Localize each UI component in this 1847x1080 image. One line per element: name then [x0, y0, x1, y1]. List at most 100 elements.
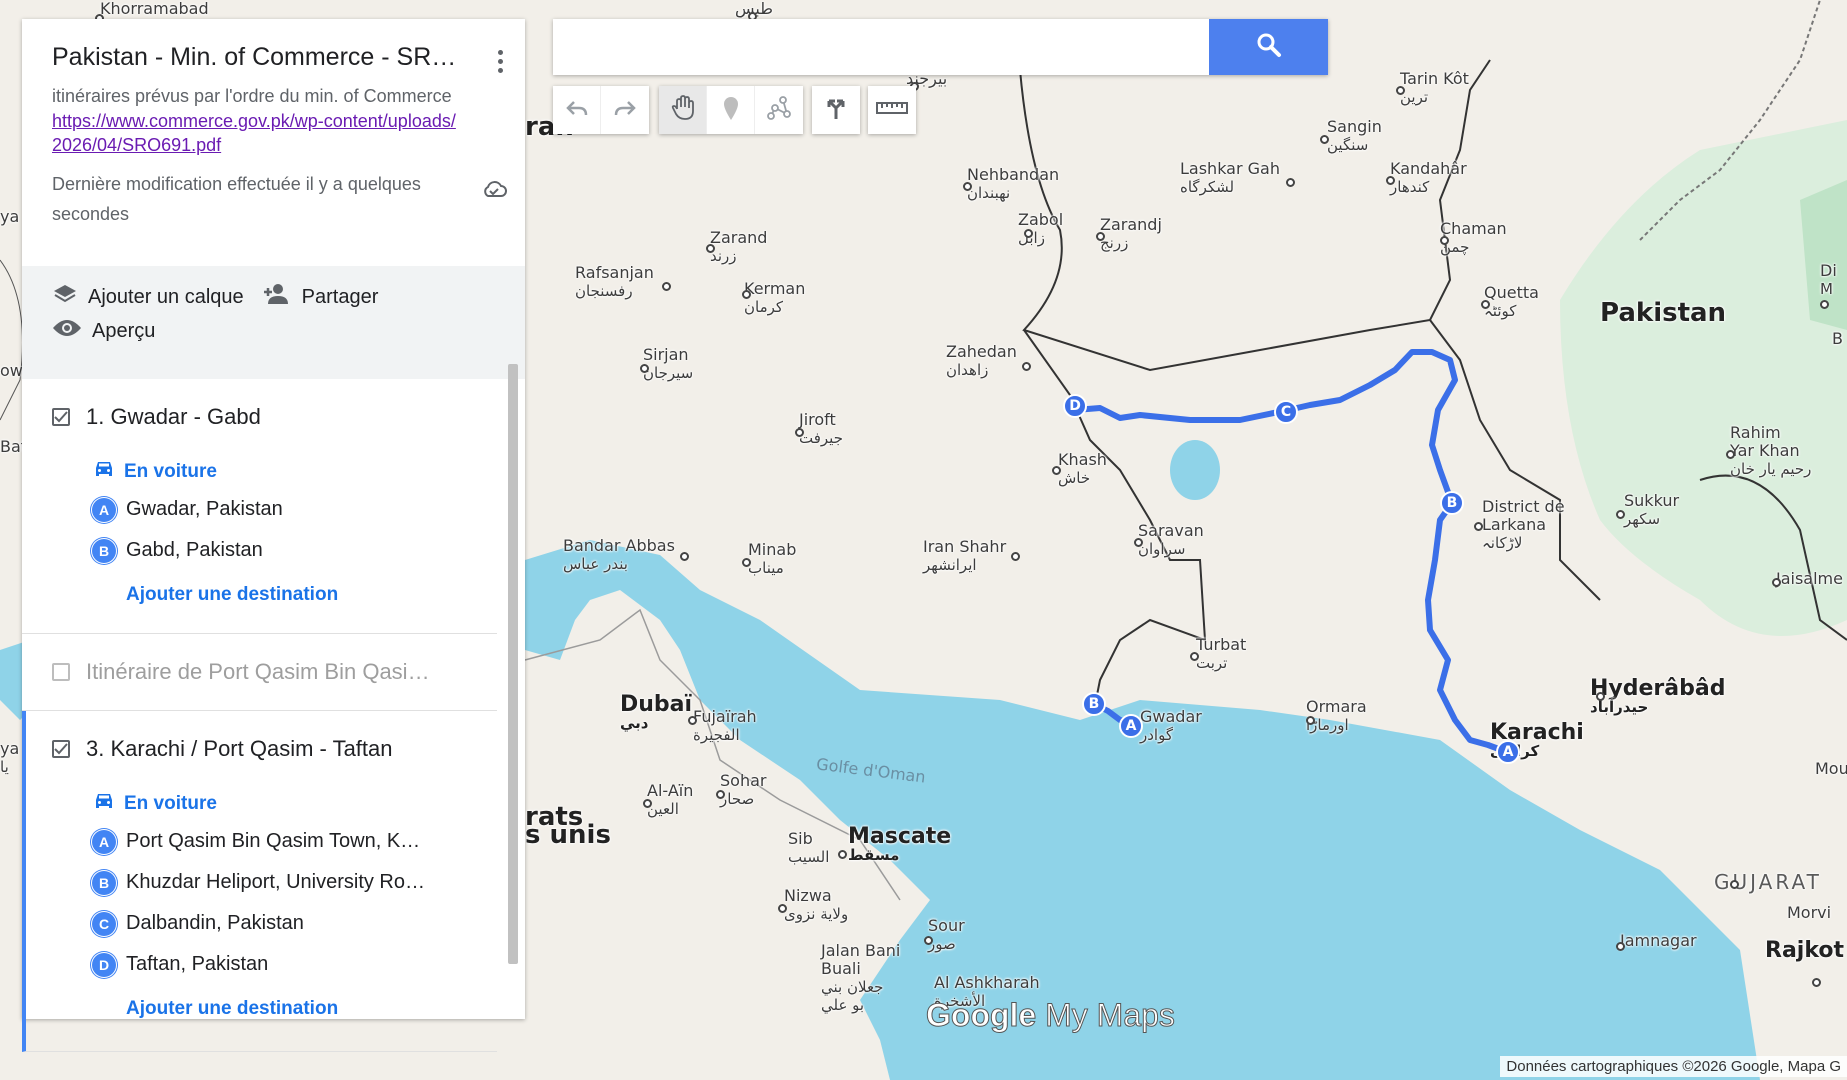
add-layer-button[interactable]: Ajouter un calque: [52, 283, 244, 311]
route-marker-gwadar-a[interactable]: A: [1119, 714, 1143, 738]
layer-3-mode[interactable]: En voiture: [26, 787, 497, 821]
route-marker-c[interactable]: C: [1274, 400, 1298, 424]
place-label-kerman[interactable]: Kerman کرمان: [744, 280, 805, 317]
place-label-ow[interactable]: ow: [0, 362, 23, 380]
layer-1-add-destination[interactable]: Ajouter une destination: [22, 571, 497, 619]
place-name-local: خاش: [1058, 469, 1091, 487]
route-marker-b[interactable]: B: [1440, 491, 1464, 515]
add-person-icon: [262, 283, 302, 311]
place-label-mascate[interactable]: Mascate مسقط: [848, 826, 951, 865]
preview-button[interactable]: Aperçu: [52, 318, 155, 344]
place-label-chaman[interactable]: Chaman چمن: [1440, 220, 1507, 257]
route-marker-a[interactable]: A: [1496, 740, 1520, 764]
place-label-sour[interactable]: Sour صور: [928, 917, 965, 954]
layer-3-stop-b[interactable]: B Khuzdar Heliport, University Road: [26, 862, 497, 903]
redo-button[interactable]: [601, 86, 649, 134]
place-label-jaisalmer[interactable]: Jaisalme: [1776, 570, 1843, 588]
place-label-sib[interactable]: Sib السيب: [788, 830, 829, 867]
place-label-fujairah[interactable]: Fujaïrah الفجيرة: [693, 708, 757, 745]
place-label-b_edge[interactable]: B: [1832, 330, 1843, 348]
route-marker-d[interactable]: D: [1063, 394, 1087, 418]
place-label-sukkur[interactable]: Sukkur سکھر: [1624, 492, 1679, 529]
place-label-rajkot[interactable]: Rajkot: [1765, 940, 1844, 962]
place-label-zarand[interactable]: Zarand زرند: [710, 229, 767, 266]
place-label-bandarabbas[interactable]: Bandar Abbas بندر عباس: [563, 537, 675, 574]
layer-3-checkbox[interactable]: [52, 740, 70, 758]
place-label-quetta[interactable]: Quetta کوئٹہ: [1484, 283, 1539, 321]
stop-label: Port Qasim Bin Qasim Town, Karachi: [126, 830, 426, 852]
layer-1-checkbox[interactable]: [52, 408, 70, 426]
place-label-minab[interactable]: Minab میناب: [748, 541, 796, 578]
place-name: Rahim Yar Khan: [1730, 423, 1800, 460]
place-label-sangin[interactable]: Sangin سنگين: [1327, 118, 1382, 155]
layer-3-name[interactable]: 3. Karachi / Port Qasim - Taftan: [86, 736, 436, 762]
place-label-sohar[interactable]: Sohar صحار: [720, 772, 766, 809]
place-label-saravan[interactable]: Saravan سراوان: [1138, 522, 1204, 559]
draw-line-button[interactable]: [755, 86, 803, 134]
place-label-nehbandan[interactable]: Nehbandan نهبندان: [967, 166, 1059, 203]
add-marker-button[interactable]: [707, 86, 755, 134]
place-label-larkana[interactable]: District de Larkana لاڑکانہ: [1482, 498, 1565, 553]
map-attribution[interactable]: Données cartographiques ©2026 Google, Ma…: [1500, 1056, 1847, 1077]
layer-1-mode[interactable]: En voiture: [22, 455, 497, 489]
place-name: Jalan Bani Buali: [821, 941, 901, 978]
undo-button[interactable]: [553, 86, 601, 134]
map-options-icon[interactable]: [497, 50, 503, 73]
layer-3-add-destination[interactable]: Ajouter une destination: [26, 985, 497, 1033]
place-label-zarandj[interactable]: Zarandj زرنج: [1100, 216, 1162, 253]
place-label-zahedan[interactable]: Zahedan زاهدان: [946, 343, 1017, 380]
share-button[interactable]: Partager: [262, 283, 378, 311]
place-name-local: كندهار: [1390, 178, 1430, 196]
layer-3-stop-d[interactable]: D Taftan, Pakistan: [26, 944, 497, 985]
layer-1-stop-b[interactable]: B Gabd, Pakistan: [22, 530, 497, 571]
place-label-lashkargah[interactable]: Lashkar Gah لشکرگاه: [1180, 160, 1280, 197]
place-label-ya[interactable]: ya: [0, 208, 19, 226]
city-dot: [1440, 236, 1449, 245]
measure-button[interactable]: [868, 86, 916, 134]
pan-tool-button[interactable]: [659, 86, 707, 134]
place-label-nizwa[interactable]: Nizwa ولاية نزوى: [784, 887, 848, 924]
layer-1-name[interactable]: 1. Gwadar - Gabd: [86, 404, 436, 430]
place-label-uae[interactable]: rats s unis: [525, 804, 611, 848]
place-label-alain[interactable]: Al-Aïn العين: [647, 782, 693, 819]
place-label-kandahar[interactable]: Kandahâr كندهار: [1390, 159, 1467, 197]
map-link[interactable]: https://www.commerce.gov.pk/wp-content/u…: [52, 109, 462, 157]
layer-2-name[interactable]: Itinéraire de Port Qasim Bin Qasim Town: [86, 659, 436, 685]
place-label-rafsanjan[interactable]: Rafsanjan رفسنجان: [575, 264, 654, 301]
layer-3-stop-a[interactable]: A Port Qasim Bin Qasim Town, Karachi: [26, 821, 497, 862]
map-title[interactable]: Pakistan - Min. of Commerce - SRO 691: [52, 43, 467, 72]
layer-1-header[interactable]: 1. Gwadar - Gabd: [22, 379, 497, 455]
place-label-jiroft[interactable]: Jiroft جيرفت: [799, 411, 843, 448]
add-directions-button[interactable]: [812, 86, 860, 134]
place-label-gwadar[interactable]: Gwadar گوادر: [1140, 708, 1202, 745]
place-label-morvi[interactable]: Morvi: [1787, 904, 1831, 922]
place-label-khash[interactable]: Khash خاش: [1058, 451, 1107, 488]
place-name: Ormara: [1306, 697, 1367, 716]
place-label-hyderabad[interactable]: Hyderâbâd حيدرآباد: [1590, 678, 1725, 717]
search-button[interactable]: [1209, 19, 1328, 75]
place-name: Quetta: [1484, 283, 1539, 302]
place-label-ya2[interactable]: ya یا: [0, 740, 19, 777]
place-label-turbat[interactable]: Turbat تربت: [1196, 636, 1246, 673]
place-label-khorramabad[interactable]: Khorramabad: [100, 0, 209, 18]
layer-1-stop-a[interactable]: A Gwadar, Pakistan: [22, 489, 497, 530]
route-marker-gabd-b[interactable]: B: [1082, 692, 1106, 716]
place-label-pakistan[interactable]: Pakistan: [1600, 300, 1726, 326]
place-label-iranshahr[interactable]: Iran Shahr ایرانشهر: [923, 538, 1006, 575]
place-label-ormara[interactable]: Ormara اورماڑا: [1306, 697, 1367, 735]
layer-3-stop-c[interactable]: C Dalbandin, Pakistan: [26, 903, 497, 944]
place-label-rahim[interactable]: Rahim Yar Khan رحیم یار خان: [1730, 423, 1811, 479]
place-label-sirjan[interactable]: Sirjan سيرجان: [643, 346, 693, 383]
place-name: Kandahâr: [1390, 159, 1467, 178]
layer-2-header[interactable]: Itinéraire de Port Qasim Bin Qasim Town: [22, 634, 497, 710]
layer-2-checkbox[interactable]: [52, 663, 70, 681]
layer-3-header[interactable]: 3. Karachi / Port Qasim - Taftan: [26, 711, 497, 787]
panel-scrollbar[interactable]: [508, 364, 518, 964]
place-label-dim[interactable]: Di M: [1820, 262, 1837, 299]
place-label-mou[interactable]: Mou: [1815, 760, 1847, 778]
place-label-jalanbani[interactable]: Jalan Bani Buali جعلان بني بو علي: [821, 941, 901, 1015]
place-label-jamnagar[interactable]: Jamnagar: [1620, 932, 1697, 950]
place-label-dubai[interactable]: Dubaï دبي: [620, 694, 692, 733]
search-input[interactable]: [553, 19, 1225, 75]
place-label-tarinkot[interactable]: Tarin Kôt ترين: [1400, 70, 1469, 107]
